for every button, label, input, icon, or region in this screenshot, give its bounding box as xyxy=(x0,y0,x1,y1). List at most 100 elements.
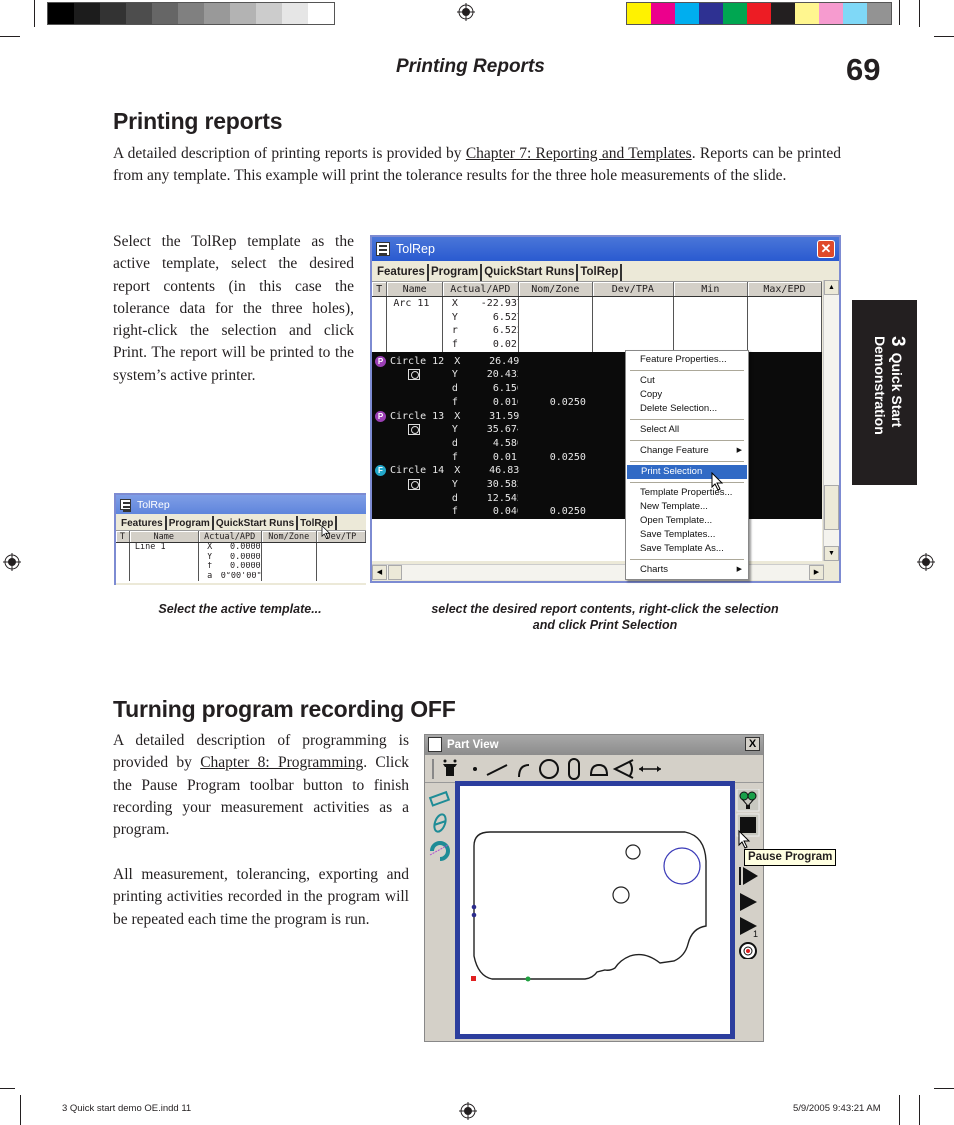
menu-item-new-template[interactable]: New Template... xyxy=(626,500,748,514)
menu-item-select-all[interactable]: Select All xyxy=(626,423,748,437)
scroll-up-button[interactable]: ▲ xyxy=(824,280,839,295)
menu-item-delete-selection[interactable]: Delete Selection... xyxy=(626,402,748,416)
table-row[interactable]: r 6.5229 xyxy=(372,324,823,339)
table-row[interactable]: Line 1 X 0.0000 xyxy=(116,543,366,553)
chapter-number: 3 xyxy=(887,336,908,347)
menu-item-save-template-as[interactable]: Save Template As... xyxy=(626,542,748,556)
actual-cell: r 6.5229 xyxy=(443,324,519,339)
close-button[interactable]: ✕ xyxy=(817,240,835,258)
column-header-min[interactable]: Min xyxy=(674,282,748,296)
table-row[interactable]: d 12.5451 xyxy=(372,492,822,506)
table-row[interactable]: Y 0.0000 xyxy=(116,552,366,562)
table-row[interactable]: Y 30.5820 xyxy=(372,478,822,492)
scroll-left-button[interactable]: ◀ xyxy=(372,565,387,580)
table-row[interactable]: f 0.0408 0.0250 xyxy=(372,505,822,519)
column-header-name[interactable]: Name xyxy=(387,282,443,296)
column-header[interactable]: Actual/APD xyxy=(199,531,262,542)
target-icon[interactable] xyxy=(739,942,757,959)
feature-point-blue[interactable] xyxy=(471,904,477,910)
menu-item-feature-properties[interactable]: Feature Properties... xyxy=(626,353,748,367)
vertical-scrollbar[interactable]: ▲ ▼ xyxy=(823,280,839,561)
circle-icon[interactable] xyxy=(539,759,559,779)
tab-features[interactable]: Features xyxy=(119,516,167,530)
max-cell xyxy=(748,492,822,506)
slot-icon[interactable] xyxy=(568,758,580,780)
menu-item-copy[interactable]: Copy xyxy=(626,388,748,402)
column-header[interactable]: T xyxy=(116,531,130,542)
point-icon[interactable] xyxy=(473,767,477,771)
ellipse-icon[interactable] xyxy=(432,813,448,833)
distance-icon[interactable] xyxy=(639,766,661,772)
menu-item-charts[interactable]: Charts xyxy=(626,563,748,577)
table-row[interactable]: d 4.5804 xyxy=(372,437,822,451)
menu-item-save-templates[interactable]: Save Templates... xyxy=(626,528,748,542)
tab-program[interactable]: Program xyxy=(429,264,483,281)
menu-item-open-template[interactable]: Open Template... xyxy=(626,514,748,528)
table-row[interactable]: P Circle 12 X 26.4979 xyxy=(372,355,822,369)
feature-block-unselected[interactable]: Arc 11 X -22.9375 Y 6.5277 r 6.5229 f 0.0219 xyxy=(372,297,823,352)
scroll-thumb[interactable] xyxy=(824,485,839,530)
table-row[interactable]: f 0.0110 0.0250 xyxy=(372,451,822,465)
hole-circle-14[interactable] xyxy=(663,847,701,885)
hscroll-thumb[interactable] xyxy=(388,565,402,580)
close-button[interactable]: X xyxy=(745,737,760,751)
selected-feature-blocks[interactable]: P Circle 12 X 26.4979 Y 20.4329 d 6.1567 f 0.0163… xyxy=(372,351,822,519)
actual-cell: a 0°00'00" xyxy=(199,571,262,581)
tolerance-icon[interactable] xyxy=(736,789,760,812)
probe-icon[interactable] xyxy=(443,759,457,777)
table-row[interactable]: F Circle 14 X 46.8369 xyxy=(372,464,822,478)
tab-quickstart-runs[interactable]: QuickStart Runs xyxy=(482,264,579,281)
run-icon[interactable] xyxy=(740,893,757,911)
column-header-nom[interactable]: Nom/Zone xyxy=(519,282,593,296)
table-row[interactable]: f 0.0163 0.0250 xyxy=(372,396,822,410)
horizontal-scrollbar[interactable]: ◀ ▶ xyxy=(372,564,824,580)
column-header-max[interactable]: Max/EPD xyxy=(748,282,823,296)
axis-label: X xyxy=(454,465,461,477)
scroll-down-button[interactable]: ▼ xyxy=(824,546,839,561)
run-step-icon[interactable]: 1 xyxy=(740,917,758,939)
table-row[interactable]: Y 20.4329 xyxy=(372,368,822,382)
rectangle-icon[interactable] xyxy=(428,790,451,807)
tab-tolrep[interactable]: TolRep xyxy=(578,264,623,281)
rotate-icon[interactable] xyxy=(429,841,450,861)
column-header-t[interactable]: T xyxy=(372,282,388,296)
tab-features[interactable]: Features xyxy=(375,264,429,281)
feature-point-green[interactable] xyxy=(525,976,531,982)
name-cell xyxy=(387,437,443,451)
table-row[interactable]: f 0.0000 xyxy=(116,562,366,572)
tab-quickstart-runs[interactable]: QuickStart Runs xyxy=(214,516,299,530)
column-header[interactable]: Nom/Zone xyxy=(262,531,317,542)
table-row[interactable]: f 0.0219 xyxy=(372,338,823,352)
column-header[interactable]: Name xyxy=(130,531,199,542)
origin-marker[interactable] xyxy=(471,976,476,981)
feature-point-blue[interactable] xyxy=(471,912,477,918)
menu-item-cut[interactable]: Cut xyxy=(626,374,748,388)
section2-paragraph2: All measurement, tolerancing, exporting … xyxy=(113,866,409,928)
column-header-dev[interactable]: Dev/TPA xyxy=(593,282,674,296)
resume-icon[interactable] xyxy=(739,867,758,885)
table-row[interactable]: P Circle 13 X 31.5952 xyxy=(372,410,822,424)
tab-program[interactable]: Program xyxy=(167,516,214,530)
hole-circle-13[interactable] xyxy=(612,886,630,904)
registration-mark-icon xyxy=(3,553,21,571)
part-canvas[interactable] xyxy=(460,786,730,1034)
line-icon[interactable] xyxy=(486,764,508,776)
scroll-right-button[interactable]: ▶ xyxy=(809,565,824,580)
arc-icon[interactable] xyxy=(518,764,530,778)
table-row[interactable]: Y 6.5277 xyxy=(372,310,823,325)
menu-item-print-selection[interactable]: Print Selection xyxy=(627,465,747,479)
table-row[interactable]: a 0°00'00" xyxy=(116,571,366,581)
chapter-7-link[interactable]: Chapter 7: Reporting and Templates xyxy=(466,145,692,162)
chapter-8-link[interactable]: Chapter 8: Programming xyxy=(200,754,363,771)
nom-cell: 0.0250 xyxy=(519,396,593,410)
table-row[interactable]: Y 35.6740 xyxy=(372,423,822,437)
table-row[interactable]: d 6.1567 xyxy=(372,382,822,396)
part-canvas-frame xyxy=(455,781,735,1039)
angle-icon[interactable] xyxy=(612,759,634,779)
hole-circle-12[interactable] xyxy=(625,844,641,860)
dome-icon[interactable] xyxy=(589,763,609,776)
menu-item-change-feature[interactable]: Change Feature xyxy=(626,444,748,458)
menu-item-template-properties[interactable]: Template Properties... xyxy=(626,486,748,500)
column-header-actual[interactable]: Actual/APD xyxy=(443,282,519,296)
table-row[interactable]: Arc 11 X -22.9375 xyxy=(372,297,823,311)
